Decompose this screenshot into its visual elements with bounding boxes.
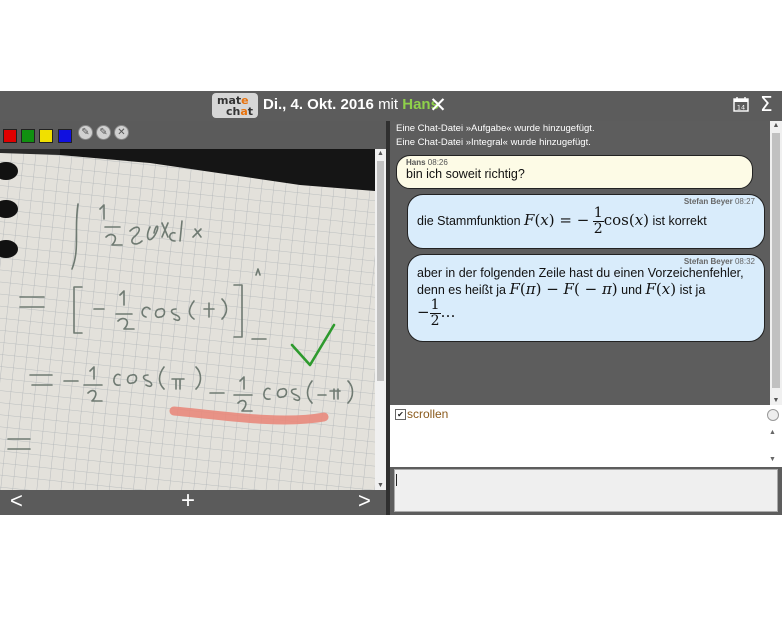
handwritten-notes-photo [0, 149, 375, 490]
previous-page-button[interactable]: < [10, 488, 23, 514]
message-meta: Stefan Beyer 08:27 [684, 197, 755, 206]
message-text-line: denn es heißt ja F(π) − F( − π) und F(x)… [417, 280, 706, 298]
scroll-label[interactable]: scrollen [407, 407, 448, 421]
app-logo: mate chat [212, 93, 258, 118]
chat-message-hans: Hans 08:26 bin ich soweit richtig? [396, 155, 753, 189]
color-green-button[interactable] [21, 129, 35, 143]
chat-title: Di., 4. Okt. 2016 mit Hans [263, 96, 439, 113]
calendar-icon[interactable]: 14 [733, 97, 749, 112]
whiteboard-image[interactable] [0, 149, 375, 490]
chat-scrollbar[interactable]: ▲ ▼ [770, 121, 782, 405]
chat-title-mit: mit [378, 96, 399, 113]
chat-message-stefan: Stefan Beyer 08:32 aber in der folgenden… [407, 254, 765, 342]
status-indicator [767, 409, 779, 421]
message-input[interactable] [394, 469, 778, 512]
chat-message-stefan: Stefan Beyer 08:27 die Stammfunktion F(x… [407, 194, 765, 249]
message-text-line: aber in der folgenden Zeile hast du eine… [417, 266, 744, 280]
system-message: Eine Chat-Datei »Aufgabe« wurde hinzugef… [396, 123, 595, 134]
message-text: bin ich soweit richtig? [406, 167, 525, 181]
drawing-toolbar: ✎ ✎ ✕ [0, 121, 386, 149]
pen-icon[interactable]: ✎ [78, 125, 93, 140]
message-math-line: −1 2… [417, 297, 456, 329]
close-icon[interactable]: ✕ [427, 95, 449, 117]
message-time: 08:32 [734, 257, 755, 266]
scroll-down-icon[interactable]: ▼ [770, 397, 782, 404]
marker-icon[interactable]: ✎ [96, 125, 111, 140]
message-time: 08:26 [427, 158, 448, 167]
page-navigation: < + > [0, 487, 386, 515]
color-blue-button[interactable] [58, 129, 72, 143]
color-yellow-button[interactable] [39, 129, 53, 143]
message-author: Stefan Beyer [683, 257, 733, 266]
scroll-up-icon[interactable]: ▲ [770, 122, 782, 129]
scroll-up-icon[interactable]: ▲ [375, 150, 386, 157]
scroll-up-icon[interactable]: ▲ [769, 429, 776, 436]
message-meta: Hans 08:26 [406, 158, 448, 167]
message-meta: Stefan Beyer 08:32 [684, 257, 755, 266]
header-bar: mate chat Di., 4. Okt. 2016 mit Hans ✕ 1… [0, 91, 782, 121]
text-caret [396, 474, 397, 486]
whiteboard-pane: ✎ ✎ ✕ ▲ ▼ < + > [0, 121, 386, 515]
whiteboard-scrollbar[interactable]: ▲ ▼ [375, 149, 386, 490]
spiral-binding [0, 162, 18, 258]
scrollbar-thumb[interactable] [377, 161, 384, 381]
message-text: die Stammfunktion F(x) = − 1 2 cos(x) ist … [417, 205, 707, 237]
chat-date: Di., 4. Okt. 2016 [263, 96, 374, 113]
next-page-button[interactable]: > [358, 488, 371, 514]
scroll-down-icon[interactable]: ▼ [375, 482, 386, 489]
system-message: Eine Chat-Datei »Integral« wurde hinzuge… [396, 137, 591, 148]
color-red-button[interactable] [3, 129, 17, 143]
chat-log: Eine Chat-Datei »Aufgabe« wurde hinzugef… [390, 121, 770, 405]
scrollbar-thumb[interactable] [772, 133, 780, 388]
message-time: 08:27 [734, 197, 755, 206]
app-window: mate chat Di., 4. Okt. 2016 mit Hans ✕ 1… [0, 91, 782, 515]
add-page-button[interactable]: + [181, 487, 195, 515]
scroll-checkbox[interactable]: ✔ [395, 409, 406, 420]
clear-icon[interactable]: ✕ [114, 125, 129, 140]
message-author: Stefan Beyer [683, 197, 733, 206]
message-author: Hans [406, 158, 426, 167]
scroll-down-icon[interactable]: ▼ [769, 456, 776, 463]
message-input-area [390, 467, 782, 515]
sigma-icon[interactable]: Σ [760, 92, 773, 116]
calendar-day: 14 [737, 104, 745, 112]
chat-controls: ✔ scrollen ▲ ▼ [390, 405, 782, 467]
